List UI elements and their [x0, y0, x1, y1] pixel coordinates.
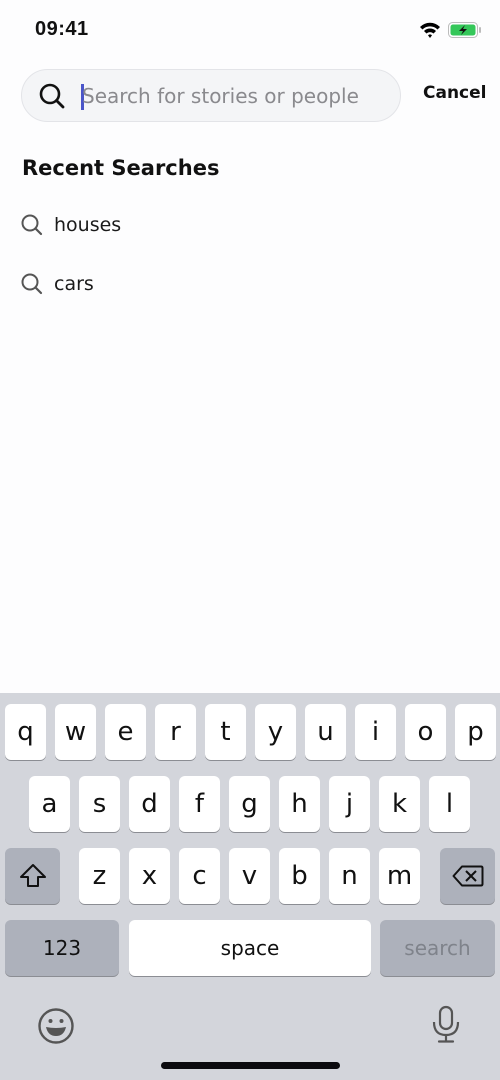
key-c[interactable]: c: [179, 848, 220, 904]
key-v[interactable]: v: [229, 848, 270, 904]
status-time: 09:41: [35, 18, 89, 40]
recent-search-label: cars: [54, 273, 94, 295]
keyboard: qwertyuiop asdfghjkl zxcvbnm 123 space s…: [0, 693, 500, 1080]
key-w[interactable]: w: [55, 704, 96, 760]
key-r[interactable]: r: [155, 704, 196, 760]
key-e[interactable]: e: [105, 704, 146, 760]
key-m[interactable]: m: [379, 848, 420, 904]
key-p[interactable]: p: [455, 704, 496, 760]
search-bar: Cancel: [21, 69, 491, 122]
search-field[interactable]: [21, 69, 401, 122]
key-a[interactable]: a: [29, 776, 70, 832]
key-h[interactable]: h: [279, 776, 320, 832]
cancel-button[interactable]: Cancel: [423, 83, 486, 103]
key-o[interactable]: o: [405, 704, 446, 760]
key-k[interactable]: k: [379, 776, 420, 832]
key-f[interactable]: f: [179, 776, 220, 832]
search-key[interactable]: search: [380, 920, 495, 976]
search-icon: [39, 83, 65, 109]
key-x[interactable]: x: [129, 848, 170, 904]
recent-search-item[interactable]: cars: [20, 268, 94, 300]
search-icon: [21, 273, 43, 295]
key-b[interactable]: b: [279, 848, 320, 904]
key-l[interactable]: l: [429, 776, 470, 832]
delete-icon: [452, 865, 483, 887]
key-i[interactable]: i: [355, 704, 396, 760]
emoji-icon[interactable]: [36, 1006, 76, 1046]
numbers-key[interactable]: 123: [5, 920, 119, 976]
search-icon: [21, 214, 43, 236]
search-input[interactable]: [82, 78, 382, 114]
key-d[interactable]: d: [129, 776, 170, 832]
key-g[interactable]: g: [229, 776, 270, 832]
key-t[interactable]: t: [205, 704, 246, 760]
microphone-icon[interactable]: [426, 1005, 466, 1045]
key-y[interactable]: y: [255, 704, 296, 760]
key-z[interactable]: z: [79, 848, 120, 904]
key-s[interactable]: s: [79, 776, 120, 832]
status-bar: 09:41: [0, 0, 500, 60]
recent-search-label: houses: [54, 214, 122, 236]
recent-search-item[interactable]: houses: [20, 209, 121, 241]
key-u[interactable]: u: [305, 704, 346, 760]
wifi-icon: [420, 22, 440, 38]
shift-icon: [19, 864, 46, 887]
space-key[interactable]: space: [129, 920, 371, 976]
key-j[interactable]: j: [329, 776, 370, 832]
recent-searches-heading: Recent Searches: [22, 156, 220, 180]
delete-key[interactable]: [440, 848, 495, 904]
key-q[interactable]: q: [5, 704, 46, 760]
key-n[interactable]: n: [329, 848, 370, 904]
home-indicator: [161, 1062, 340, 1069]
shift-key[interactable]: [5, 848, 60, 904]
battery-icon: [448, 22, 481, 38]
